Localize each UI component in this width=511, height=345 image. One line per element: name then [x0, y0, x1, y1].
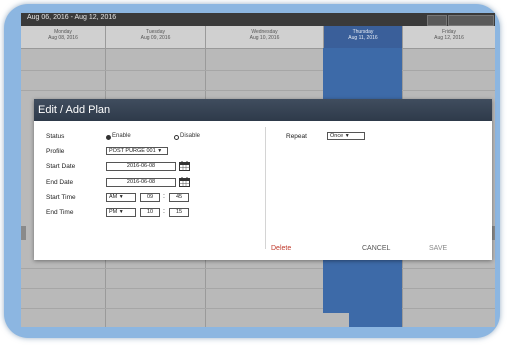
day-header-thursday: Thursday Aug 11, 2016 — [323, 26, 402, 48]
day-date: Aug 12, 2016 — [434, 35, 464, 41]
time-separator: : — [163, 193, 165, 200]
end-date-label: End Date — [46, 179, 74, 186]
chevron-down-icon: ▼ — [157, 148, 163, 154]
chevron-down-icon: ▼ — [118, 194, 124, 200]
start-minute-input[interactable]: 45 — [169, 193, 189, 202]
start-ampm-select[interactable]: AM ▼ — [106, 193, 136, 202]
chevron-down-icon: ▼ — [344, 133, 350, 139]
end-date-input[interactable]: 2016-06-08 — [106, 178, 176, 187]
end-ampm-value: PM — [109, 209, 118, 215]
status-disable-label: Disable — [180, 133, 201, 139]
grid-row-line — [21, 268, 495, 269]
grid-row-line — [21, 288, 495, 289]
status-enable-radio[interactable] — [106, 135, 111, 140]
start-hour-input[interactable]: 09 — [140, 193, 160, 202]
chevron-down-icon: ▼ — [118, 209, 124, 215]
start-date-label: Start Date — [46, 163, 76, 170]
time-separator: : — [163, 208, 165, 215]
start-hour-value: 09 — [146, 194, 154, 200]
dialog-column-divider — [265, 127, 266, 249]
start-time-label: Start Time — [46, 194, 76, 201]
day-date: Aug 10, 2016 — [249, 35, 280, 41]
view-toggle-button[interactable] — [427, 15, 447, 26]
calendar-icon[interactable] — [179, 177, 190, 187]
empty-slot — [323, 313, 349, 327]
grid-row-line — [21, 70, 495, 71]
repeat-select[interactable]: Once ▼ — [327, 132, 365, 140]
grid-row-line — [21, 90, 495, 91]
profile-select[interactable]: POST PURGE 001 ▼ — [106, 147, 168, 155]
end-ampm-select[interactable]: PM ▼ — [106, 208, 136, 217]
profile-value: POST PURGE 001 — [109, 148, 156, 154]
day-header-monday: Monday Aug 08, 2016 — [21, 26, 105, 48]
day-header-tuesday: Tuesday Aug 09, 2016 — [105, 26, 205, 48]
day-header-row: Monday Aug 08, 2016 Tuesday Aug 09, 2016… — [21, 26, 495, 49]
end-minute-value: 15 — [175, 209, 183, 215]
day-date: Aug 09, 2016 — [140, 35, 171, 41]
status-disable-radio[interactable] — [174, 135, 179, 140]
edit-plan-dialog: Edit / Add Plan Status Enable Disable Pr… — [34, 99, 492, 260]
calendar-icon[interactable] — [179, 161, 190, 171]
day-header-friday: Friday Aug 12, 2016 — [402, 26, 495, 48]
profile-label: Profile — [46, 148, 65, 155]
repeat-value: Once — [330, 133, 344, 139]
dialog-title: Edit / Add Plan — [34, 99, 492, 121]
end-date-value: 2016-06-08 — [126, 179, 156, 185]
repeat-label: Repeat — [286, 133, 307, 140]
calendar-toolbar: Aug 06, 2016 - Aug 12, 2016 — [21, 13, 495, 26]
day-date: Aug 11, 2016 — [348, 35, 378, 41]
calendar-view-select[interactable] — [448, 15, 494, 26]
start-date-value: 2016-06-08 — [126, 163, 156, 169]
cancel-button[interactable]: CANCEL — [362, 245, 390, 252]
status-enable-label: Enable — [112, 133, 131, 139]
left-edge-handle[interactable] — [21, 226, 26, 240]
end-time-label: End Time — [46, 209, 74, 216]
start-ampm-value: AM — [109, 194, 118, 200]
end-minute-input[interactable]: 15 — [169, 208, 189, 217]
day-header-wednesday: Wednesday Aug 10, 2016 — [205, 26, 323, 48]
end-hour-input[interactable]: 10 — [140, 208, 160, 217]
date-range-label: Aug 06, 2016 - Aug 12, 2016 — [27, 14, 117, 21]
status-label: Status — [46, 133, 65, 140]
end-hour-value: 10 — [146, 209, 154, 215]
day-date: Aug 08, 2016 — [48, 35, 78, 41]
scheduled-plan-block[interactable] — [323, 48, 402, 100]
delete-button[interactable]: Delete — [271, 245, 291, 252]
save-button[interactable]: SAVE — [429, 245, 447, 252]
grid-row-line — [21, 308, 495, 309]
start-minute-value: 45 — [175, 194, 183, 200]
start-date-input[interactable]: 2016-06-08 — [106, 162, 176, 171]
